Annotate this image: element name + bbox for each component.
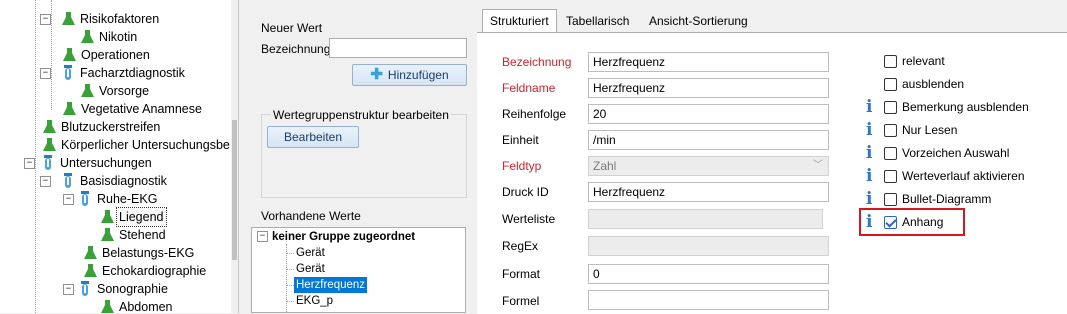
bullet-diagramm-label: Bullet-Diagramm xyxy=(902,192,992,206)
label-einheit: Einheit xyxy=(502,133,539,147)
vorzeichen-auswahl-checkbox[interactable] xyxy=(884,147,897,160)
werteverlauf-aktivieren-label: Werteverlauf aktivieren xyxy=(902,169,1025,183)
reihenfolge-field[interactable]: 20 xyxy=(588,104,829,124)
value-item[interactable]: Gerät xyxy=(296,245,325,261)
structured-form: Bezeichnung Herzfrequenz Feldname Herzfr… xyxy=(477,32,1067,314)
info-icon[interactable]: i xyxy=(866,168,872,185)
flask-icon xyxy=(81,84,94,97)
vorzeichen-auswahl-label: Vorzeichen Auswahl xyxy=(902,146,1010,160)
flask-icon xyxy=(101,300,114,313)
relevant-label: relevant xyxy=(902,54,945,68)
new-value-name-input[interactable] xyxy=(329,38,467,58)
flask-icon xyxy=(84,264,97,277)
info-icon[interactable]: i xyxy=(866,99,872,116)
label-druck-id: Druck ID xyxy=(502,185,549,199)
nur-lesen-checkbox[interactable] xyxy=(884,124,897,137)
collapse-toggle-icon[interactable]: − xyxy=(63,284,74,295)
flask-icon xyxy=(63,48,76,61)
tree-scrollbar[interactable] xyxy=(231,0,238,313)
format-field[interactable]: 0 xyxy=(588,264,829,284)
flask-icon xyxy=(84,246,97,259)
value-item[interactable]: EKG_p xyxy=(296,293,333,309)
collapse-toggle-icon[interactable]: − xyxy=(40,176,51,187)
formel-field[interactable] xyxy=(588,290,829,310)
collapse-toggle-icon[interactable]: − xyxy=(40,68,51,79)
feldname-field[interactable]: Herzfrequenz xyxy=(588,78,829,98)
existing-values-title: Vorhandene Werte xyxy=(261,209,361,223)
feldtyp-select[interactable]: Zahl ﹀ xyxy=(588,156,829,176)
tab-bar: Strukturiert Tabellarisch Ansicht-Sortie… xyxy=(477,9,1067,33)
flask-icon xyxy=(62,12,75,25)
relevant-checkbox[interactable] xyxy=(884,55,897,68)
druck-id-field[interactable]: Herzfrequenz xyxy=(588,182,829,202)
new-value-title: Neuer Wert xyxy=(261,21,323,35)
group-structure-title: Wertegruppenstruktur bearbeiten xyxy=(271,108,451,122)
collapse-toggle-icon[interactable]: − xyxy=(257,231,268,242)
collapse-toggle-icon[interactable]: − xyxy=(40,14,51,25)
flask-icon xyxy=(81,30,94,43)
plus-icon: ✚ xyxy=(370,66,383,83)
werteliste-field[interactable] xyxy=(588,209,823,229)
add-button[interactable]: ✚ Hinzufügen xyxy=(352,64,467,86)
info-icon[interactable]: i xyxy=(866,145,872,162)
edit-button[interactable]: Bearbeiten xyxy=(267,126,359,148)
label-formel: Formel xyxy=(502,294,540,308)
label-format: Format xyxy=(502,267,541,281)
label-reihenfolge: Reihenfolge xyxy=(502,107,567,121)
bemerkung-ausblenden-label: Bemerkung ausblenden xyxy=(902,100,1029,114)
flask-icon xyxy=(63,102,76,115)
test-tube-icon xyxy=(44,155,52,170)
label-feldtyp: Feldtyp xyxy=(502,159,542,173)
value-group-unassigned[interactable]: keiner Gruppe zugeordnet xyxy=(272,229,415,245)
bezeichnung-field[interactable]: Herzfrequenz xyxy=(588,52,829,72)
value-item-selected[interactable]: Herzfrequenz xyxy=(294,277,368,293)
nur-lesen-label: Nur Lesen xyxy=(902,123,958,137)
value-editor-panel: Neuer Wert Bezeichnung ✚ Hinzufügen Werte… xyxy=(245,0,470,313)
value-item[interactable]: Gerät xyxy=(296,261,325,277)
flask-icon xyxy=(43,138,56,151)
tab-strukturiert[interactable]: Strukturiert xyxy=(482,9,557,33)
info-icon[interactable]: i xyxy=(866,191,872,208)
new-value-name-label: Bezeichnung xyxy=(261,42,331,56)
flask-icon xyxy=(101,228,114,241)
werteverlauf-aktivieren-checkbox[interactable] xyxy=(884,170,897,183)
bullet-diagramm-checkbox[interactable] xyxy=(884,193,897,206)
test-tube-icon xyxy=(64,65,72,80)
chevron-down-icon: ﹀ xyxy=(813,160,823,171)
regex-field[interactable] xyxy=(588,236,829,256)
test-tube-icon xyxy=(81,191,89,206)
collapse-toggle-icon[interactable]: − xyxy=(63,194,74,205)
category-tree[interactable]: − Risikofaktoren Nikotin Operationen − F… xyxy=(0,0,239,313)
flask-icon xyxy=(101,210,114,223)
bemerkung-ausblenden-checkbox[interactable] xyxy=(884,101,897,114)
test-tube-icon xyxy=(81,281,89,296)
test-tube-icon xyxy=(64,173,72,188)
flask-icon xyxy=(43,120,56,133)
label-feldname: Feldname xyxy=(502,81,556,95)
existing-values-tree[interactable]: − keiner Gruppe zugeordnet Gerät Gerät H… xyxy=(251,227,466,313)
collapse-toggle-icon[interactable]: − xyxy=(24,158,35,169)
info-icon[interactable]: i xyxy=(866,122,872,139)
tab-tabellarisch[interactable]: Tabellarisch xyxy=(559,10,636,32)
label-bezeichnung: Bezeichnung xyxy=(502,55,572,69)
tab-ansicht-sortierung[interactable]: Ansicht-Sortierung xyxy=(642,10,755,32)
ausblenden-label: ausblenden xyxy=(902,77,965,91)
einheit-field[interactable]: /min xyxy=(588,130,829,150)
label-regex: RegEx xyxy=(502,239,539,253)
label-werteliste: Werteliste xyxy=(502,212,556,226)
ausblenden-checkbox[interactable] xyxy=(884,78,897,91)
highlight-box xyxy=(859,208,965,236)
